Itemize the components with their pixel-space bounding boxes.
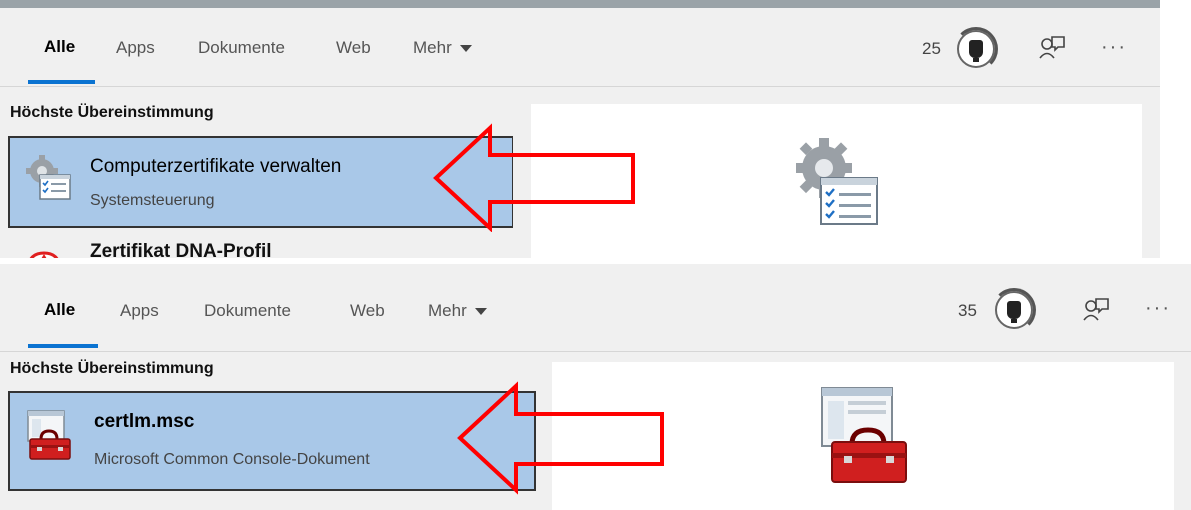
best-match-subtitle: Systemsteuerung: [90, 192, 215, 209]
search-tab-bar: Alle Apps Dokumente Web Mehr 35 ···: [0, 264, 1191, 352]
more-options-button[interactable]: ···: [1101, 36, 1127, 59]
tab-mehr[interactable]: Mehr: [428, 301, 487, 321]
red-arrow-annotation: [457, 381, 664, 495]
red-arrow-annotation: [433, 123, 635, 232]
tab-alle[interactable]: Alle: [44, 300, 75, 320]
tab-apps[interactable]: Apps: [120, 301, 159, 321]
tab-dokumente[interactable]: Dokumente: [204, 301, 291, 321]
feedback-icon[interactable]: [1082, 296, 1110, 324]
toolbox-large-icon: [821, 387, 907, 483]
certificate-settings-large-icon: [796, 138, 878, 225]
tab-web[interactable]: Web: [350, 301, 385, 321]
section-header-best-match: Höchste Übereinstimmung: [10, 360, 214, 377]
search-panel-bottom: Alle Apps Dokumente Web Mehr 35 ··· Höch…: [0, 264, 1191, 510]
tab-web[interactable]: Web: [336, 38, 371, 58]
section-header-best-match: Höchste Übereinstimmung: [10, 104, 214, 121]
tab-mehr-label: Mehr: [413, 38, 452, 57]
search-panel-top: Alle Apps Dokumente Web Mehr 25 ··· Höch…: [0, 0, 1160, 258]
next-result-label: Zertifikat DNA-Profil: [90, 241, 272, 258]
certificate-settings-icon: [26, 155, 71, 200]
tab-alle[interactable]: Alle: [44, 37, 75, 57]
best-match-title: certlm.msc: [94, 411, 195, 432]
rewards-count: 35: [958, 301, 977, 320]
tab-mehr-label: Mehr: [428, 301, 467, 320]
tab-apps[interactable]: Apps: [116, 38, 155, 58]
best-match-subtitle: Microsoft Common Console-Dokument: [94, 451, 370, 468]
chevron-down-icon: [459, 45, 472, 53]
search-tab-bar: Alle Apps Dokumente Web Mehr 25 ···: [0, 8, 1160, 87]
background-strip: [0, 0, 1160, 8]
best-match-title: Computerzertifikate verwalten: [90, 156, 342, 177]
feedback-icon[interactable]: [1038, 34, 1066, 62]
toolbox-icon: [27, 410, 71, 460]
tab-dokumente[interactable]: Dokumente: [198, 38, 285, 58]
chevron-down-icon: [474, 308, 487, 316]
active-tab-indicator: [28, 344, 98, 348]
rewards-trophy-icon[interactable]: [954, 27, 998, 71]
active-tab-indicator: [28, 80, 95, 84]
pdf-file-icon: [29, 251, 59, 258]
rewards-count: 25: [922, 39, 941, 58]
more-options-button[interactable]: ···: [1145, 297, 1171, 320]
rewards-trophy-icon[interactable]: [992, 288, 1036, 332]
tab-mehr[interactable]: Mehr: [413, 38, 472, 58]
